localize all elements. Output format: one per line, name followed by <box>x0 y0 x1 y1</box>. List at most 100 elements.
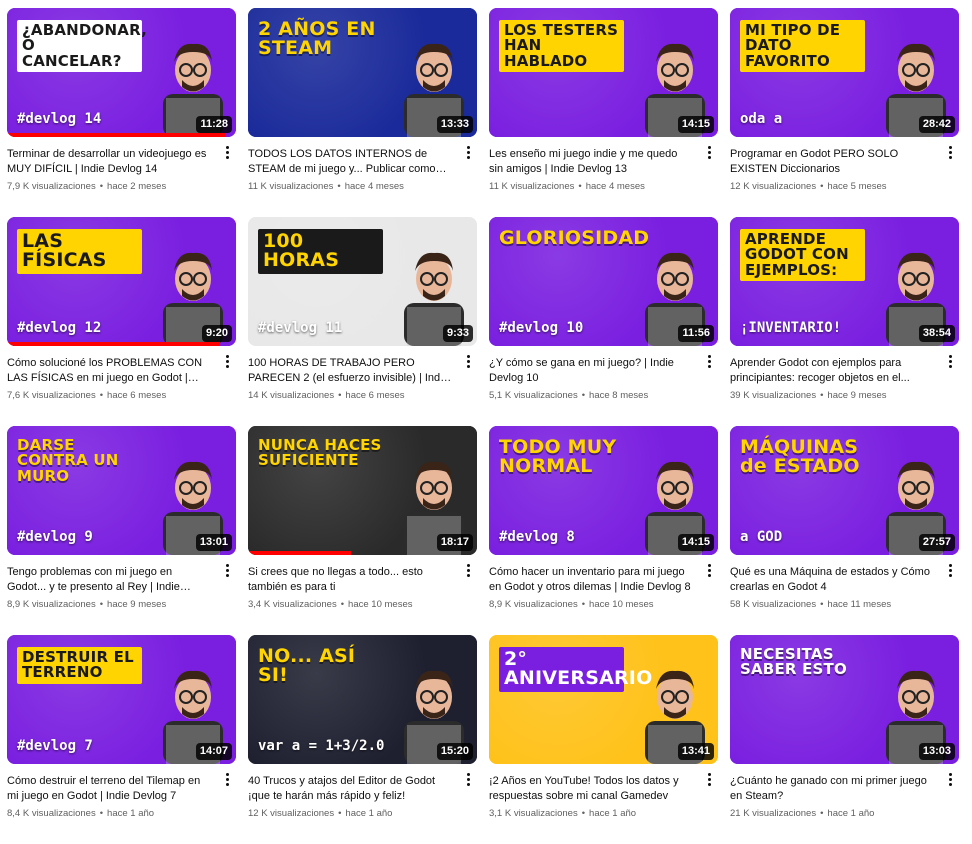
separator-dot: • <box>338 808 342 819</box>
duration-badge: 15:20 <box>436 743 473 760</box>
thumbnail-headline: 100 HORAS <box>258 229 383 274</box>
view-count: 7,6 K visualizaciones <box>7 390 96 401</box>
more-options-icon[interactable] <box>461 352 475 370</box>
view-count: 11 K visualizaciones <box>489 181 575 192</box>
video-title[interactable]: Programar en Godot PERO SOLO EXISTEN Dic… <box>730 147 935 176</box>
video-card[interactable]: NO... ASÍ SI! var a = 1+3/2.0 15:20 40 Tru… <box>248 635 477 844</box>
video-title[interactable]: Cómo destruir el terreno del Tilemap en … <box>7 774 212 803</box>
video-title[interactable]: Terminar de desarrollar un videojuego es… <box>7 147 212 176</box>
video-card[interactable]: APRENDE GODOT CON EJEMPLOS: ¡INVENTARIO!… <box>730 217 959 426</box>
separator-dot: • <box>337 181 341 192</box>
more-options-icon[interactable] <box>220 143 234 161</box>
video-title[interactable]: 40 Trucos y atajos del Editor de Godot ¡… <box>248 774 453 803</box>
video-card[interactable]: 2° ANIVERSARIO 13:41 ¡2 Años en YouTube! … <box>489 635 718 844</box>
separator-dot: • <box>581 808 586 819</box>
video-card[interactable]: 2 AÑOS EN STEAM 13:33 TODOS LOS DATOS INT… <box>248 8 477 217</box>
separator-dot: • <box>581 599 586 610</box>
video-thumbnail[interactable]: NUNCA HACES SUFICIENTE 18:17 <box>248 426 477 555</box>
video-thumbnail[interactable]: NECESITAS SABER ESTO 13:03 <box>730 635 959 764</box>
thumbnail-tag: ¡INVENTARIO! <box>740 320 842 336</box>
video-thumbnail[interactable]: 2 AÑOS EN STEAM 13:33 <box>248 8 477 137</box>
video-meta: Tengo problemas con mi juego en Godot...… <box>7 555 236 610</box>
video-title[interactable]: Si crees que no llegas a todo... esto ta… <box>248 565 453 594</box>
duration-badge: 13:41 <box>677 743 714 760</box>
video-card[interactable]: MI TIPO DE DATO FAVORITO oda a 28:42 Progr… <box>730 8 959 217</box>
video-thumbnail[interactable]: 2° ANIVERSARIO 13:41 <box>489 635 718 764</box>
video-title[interactable]: Cómo solucioné los PROBLEMAS CON LAS FÍS… <box>7 356 212 385</box>
more-options-icon[interactable] <box>220 770 234 788</box>
separator-dot: • <box>340 599 345 610</box>
thumbnail-tag: #devlog 7 <box>17 738 93 754</box>
more-options-icon[interactable] <box>461 561 475 579</box>
thumbnail-headline: 2° ANIVERSARIO <box>499 647 652 692</box>
view-count: 11 K visualizaciones <box>248 181 334 192</box>
video-meta: Aprender Godot con ejemplos para princip… <box>730 346 959 401</box>
view-count: 12 K visualizaciones <box>248 808 335 819</box>
video-title[interactable]: ¿Y cómo se gana en mi juego? | Indie Dev… <box>489 356 694 385</box>
video-card[interactable]: LOS TESTERS HAN HABLADO 14:15 Les enseño … <box>489 8 718 217</box>
video-title[interactable]: ¿Cuánto he ganado con mi primer juego en… <box>730 774 935 803</box>
video-stats: 11 K visualizaciones • hace 4 meses <box>489 181 694 192</box>
video-thumbnail[interactable]: DARSE CONTRA UN MURO #devlog 9 13:01 <box>7 426 236 555</box>
video-meta: Les enseño mi juego indie y me quedo sin… <box>489 137 718 192</box>
video-title[interactable]: ¡2 Años en YouTube! Todos los datos y re… <box>489 774 694 803</box>
video-thumbnail[interactable]: GLORIOSIDAD #devlog 10 11:56 <box>489 217 718 346</box>
more-options-icon[interactable] <box>943 143 957 161</box>
video-card[interactable]: NUNCA HACES SUFICIENTE 18:17 Si crees que… <box>248 426 477 635</box>
video-meta: ¿Y cómo se gana en mi juego? | Indie Dev… <box>489 346 718 401</box>
video-title[interactable]: Qué es una Máquina de estados y Cómo cre… <box>730 565 935 594</box>
more-options-icon[interactable] <box>702 143 716 161</box>
video-thumbnail[interactable]: TODO MUY NORMAL #devlog 8 14:15 <box>489 426 718 555</box>
video-stats: 5,1 K visualizaciones • hace 8 meses <box>489 390 694 401</box>
duration-badge: 27:57 <box>918 534 955 551</box>
video-title[interactable]: Les enseño mi juego indie y me quedo sin… <box>489 147 694 176</box>
more-options-icon[interactable] <box>702 770 716 788</box>
thumbnail-tag: a GOD <box>740 529 783 545</box>
more-options-icon[interactable] <box>943 352 957 370</box>
video-thumbnail[interactable]: LOS TESTERS HAN HABLADO 14:15 <box>489 8 718 137</box>
view-count: 3,4 K visualizaciones <box>248 599 337 610</box>
video-title[interactable]: 100 HORAS DE TRABAJO PERO PARECEN 2 (el … <box>248 356 453 385</box>
thumbnail-headline: LOS TESTERS HAN HABLADO <box>499 20 624 72</box>
video-thumbnail[interactable]: APRENDE GODOT CON EJEMPLOS: ¡INVENTARIO!… <box>730 217 959 346</box>
video-thumbnail[interactable]: LAS FÍSICAS #devlog 12 9:20 <box>7 217 236 346</box>
more-options-icon[interactable] <box>702 352 716 370</box>
video-title[interactable]: Tengo problemas con mi juego en Godot...… <box>7 565 212 594</box>
video-title[interactable]: TODOS LOS DATOS INTERNOS de STEAM de mi … <box>248 147 453 176</box>
separator-dot: • <box>99 181 104 192</box>
duration-badge: 38:54 <box>918 325 955 342</box>
duration-badge: 14:07 <box>195 743 232 760</box>
video-card[interactable]: 100 HORAS #devlog 11 9:33 100 HORAS DE TRA… <box>248 217 477 426</box>
video-card[interactable]: GLORIOSIDAD #devlog 10 11:56 ¿Y cómo se ga… <box>489 217 718 426</box>
more-options-icon[interactable] <box>943 770 957 788</box>
video-card[interactable]: TODO MUY NORMAL #devlog 8 14:15 Cómo hacer… <box>489 426 718 635</box>
video-card[interactable]: MÁQUINAS de ESTADO a GOD 27:57 Qué es una … <box>730 426 959 635</box>
video-meta: Si crees que no llegas a todo... esto ta… <box>248 555 477 610</box>
video-title[interactable]: Aprender Godot con ejemplos para princip… <box>730 356 935 385</box>
video-card[interactable]: NECESITAS SABER ESTO 13:03 ¿Cuánto he gan… <box>730 635 959 844</box>
separator-dot: • <box>578 181 582 192</box>
video-thumbnail[interactable]: ¿ABANDONAR, O CANCELAR? #devlog 14 11:28 <box>7 8 236 137</box>
thumbnail-headline: LAS FÍSICAS <box>17 229 142 274</box>
video-thumbnail[interactable]: NO... ASÍ SI! var a = 1+3/2.0 15:20 <box>248 635 477 764</box>
upload-age: hace 9 meses <box>827 390 887 401</box>
video-thumbnail[interactable]: MÁQUINAS de ESTADO a GOD 27:57 <box>730 426 959 555</box>
video-card[interactable]: DARSE CONTRA UN MURO #devlog 9 13:01 Tengo… <box>7 426 236 635</box>
video-card[interactable]: ¿ABANDONAR, O CANCELAR? #devlog 14 11:28 T… <box>7 8 236 217</box>
more-options-icon[interactable] <box>220 352 234 370</box>
video-thumbnail[interactable]: DESTRUIR EL TERRENO #devlog 7 14:07 <box>7 635 236 764</box>
video-stats: 39 K visualizaciones • hace 9 meses <box>730 390 935 401</box>
video-thumbnail[interactable]: 100 HORAS #devlog 11 9:33 <box>248 217 477 346</box>
more-options-icon[interactable] <box>461 770 475 788</box>
more-options-icon[interactable] <box>220 561 234 579</box>
more-options-icon[interactable] <box>943 561 957 579</box>
video-title[interactable]: Cómo hacer un inventario para mi juego e… <box>489 565 694 594</box>
video-meta: 40 Trucos y atajos del Editor de Godot ¡… <box>248 764 477 819</box>
video-card[interactable]: DESTRUIR EL TERRENO #devlog 7 14:07 Cómo d… <box>7 635 236 844</box>
more-options-icon[interactable] <box>702 561 716 579</box>
video-thumbnail[interactable]: MI TIPO DE DATO FAVORITO oda a 28:42 <box>730 8 959 137</box>
separator-dot: • <box>99 808 104 819</box>
video-card[interactable]: LAS FÍSICAS #devlog 12 9:20 Cómo solucioné… <box>7 217 236 426</box>
more-options-icon[interactable] <box>461 143 475 161</box>
separator-dot: • <box>820 599 824 610</box>
